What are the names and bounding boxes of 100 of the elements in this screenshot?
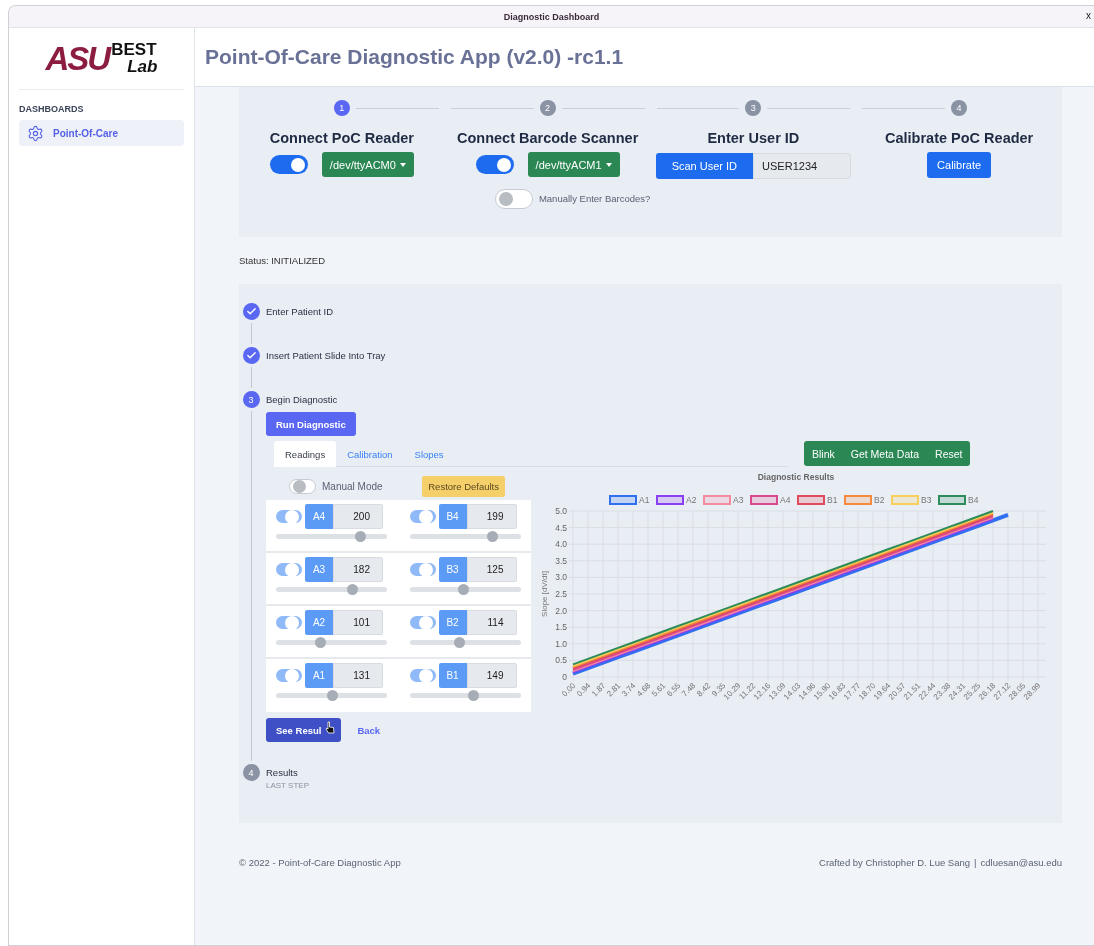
channel-label: A1 — [305, 663, 333, 688]
reading-slider[interactable] — [276, 640, 387, 645]
x-tick-label: 0.94 — [575, 681, 593, 699]
step-title: Connect PoC Reader — [269, 130, 414, 146]
legend-swatch[interactable] — [938, 495, 966, 505]
calibrate-button[interactable]: Calibrate — [927, 152, 992, 178]
toggle-switch[interactable] — [409, 615, 436, 630]
email-text: cdluesan@asu.edu — [980, 857, 1062, 868]
toggle-switch[interactable] — [289, 479, 316, 494]
toggle-switch[interactable] — [409, 509, 436, 524]
legend-label: B2 — [874, 495, 885, 505]
toggle-switch[interactable] — [276, 562, 302, 577]
toggle-switch[interactable] — [409, 562, 436, 577]
channel-label: B3 — [438, 557, 467, 582]
toggle-switch[interactable] — [276, 668, 302, 683]
reading-slider[interactable] — [276, 534, 387, 539]
toggle-label: Manually Enter Barcodes? — [538, 193, 651, 205]
reading-slider[interactable] — [276, 587, 387, 592]
step-title: Calibrate PoC Reader — [885, 130, 1034, 146]
step-label: Insert Patient Slide Into Tray — [266, 349, 387, 363]
legend-swatch[interactable] — [750, 495, 778, 505]
step-number: 3 — [242, 391, 260, 408]
action-button[interactable]: Blink — [804, 441, 843, 466]
y-tick-label: 1.5 — [555, 622, 567, 633]
legend-swatch[interactable] — [609, 495, 637, 505]
copyright-text: © 2022 - Point-of-Care Diagnostic App — [239, 857, 401, 868]
legend-label: A4 — [780, 495, 791, 505]
y-tick-label: 2.5 — [555, 589, 567, 599]
legend-swatch[interactable] — [703, 495, 731, 505]
step-title: Connect Barcode Scanner — [456, 130, 639, 146]
toggle-switch[interactable] — [475, 154, 514, 175]
toggle-switch[interactable] — [494, 189, 533, 209]
channel-label: B1 — [438, 663, 467, 688]
reading-slider[interactable] — [409, 693, 521, 698]
separator: | — [974, 857, 977, 868]
legend-swatch[interactable] — [656, 495, 684, 505]
run-diagnostic-button[interactable]: Run Diagnostic — [266, 412, 356, 436]
sidebar-item[interactable]: Point-Of-Care — [19, 120, 184, 146]
reading-slider[interactable] — [409, 587, 521, 592]
action-button[interactable]: Get Meta Data — [842, 441, 928, 466]
slider-thumb[interactable] — [314, 637, 326, 648]
slider-thumb[interactable] — [468, 690, 480, 701]
channel-label: A2 — [305, 610, 333, 635]
back-link[interactable]: Back — [357, 724, 381, 736]
action-button[interactable]: Reset — [927, 441, 971, 466]
reading-field[interactable]: 101 — [333, 610, 383, 635]
slider-thumb[interactable] — [487, 531, 499, 542]
y-tick-label: 4.5 — [555, 522, 567, 533]
reading-field[interactable]: 114 — [466, 610, 517, 635]
slider-thumb[interactable] — [458, 584, 470, 595]
step-number: 1 — [333, 100, 350, 116]
slider-thumb[interactable] — [327, 690, 339, 701]
sidebar-item-label: Point-Of-Care — [53, 127, 118, 139]
step-title: Enter User ID — [707, 130, 800, 146]
step-number: 2 — [539, 100, 556, 116]
see-results-button[interactable]: See Resul — [266, 718, 342, 742]
reading-field[interactable]: 125 — [466, 557, 517, 582]
status-text: Status: INITIALIZED — [239, 255, 327, 266]
reading-field[interactable]: 182 — [333, 557, 383, 582]
legend-swatch[interactable] — [797, 495, 825, 505]
slider-thumb[interactable] — [347, 584, 359, 595]
step-label: Begin Diagnostic — [266, 393, 339, 407]
reading-slider[interactable] — [276, 693, 387, 698]
caret-icon — [605, 162, 612, 167]
scan-user-id-button[interactable]: Scan User ID — [655, 153, 754, 179]
slider-thumb[interactable] — [354, 531, 366, 542]
channel-label: B4 — [438, 504, 467, 529]
reading-slider[interactable] — [409, 534, 521, 539]
port-dropdown[interactable]: /dev/ttyACM1 — [527, 152, 620, 177]
close-button[interactable]: x — [1086, 10, 1091, 21]
y-tick-label: 0 — [562, 672, 567, 682]
port-dropdown[interactable]: /dev/ttyACM0 — [321, 152, 414, 177]
caret-icon — [399, 162, 406, 167]
channel-label: B2 — [438, 610, 467, 635]
toggle-switch[interactable] — [276, 509, 302, 524]
tab[interactable]: Readings — [274, 441, 337, 467]
toggle-switch[interactable] — [269, 154, 308, 175]
legend-swatch[interactable] — [844, 495, 872, 505]
slider-thumb[interactable] — [453, 637, 465, 648]
reading-slider[interactable] — [409, 640, 521, 645]
y-tick-label: 3.0 — [555, 572, 567, 583]
legend-label: A3 — [733, 495, 744, 505]
tab[interactable]: Slopes — [403, 441, 455, 467]
user-id-field[interactable]: USER1234 — [753, 153, 852, 179]
toggle-switch[interactable] — [409, 668, 436, 683]
legend-label: A2 — [686, 495, 697, 505]
y-tick-label: 2.0 — [555, 605, 567, 616]
reading-field[interactable]: 149 — [466, 663, 517, 688]
reading-field[interactable]: 199 — [466, 504, 517, 529]
step-number: 4 — [951, 100, 968, 116]
tab[interactable]: Calibration — [336, 441, 404, 467]
toggle-switch[interactable] — [276, 615, 302, 630]
y-tick-label: 5.0 — [555, 506, 567, 516]
legend-label: B1 — [827, 495, 838, 505]
reading-field[interactable]: 200 — [333, 504, 383, 529]
step-label: Results — [266, 766, 299, 780]
reading-field[interactable]: 131 — [333, 663, 383, 688]
x-tick-label: 7.48 — [680, 681, 698, 699]
restore-defaults-button[interactable]: Restore Defaults — [422, 476, 505, 497]
x-tick-label: 6.55 — [665, 681, 683, 699]
